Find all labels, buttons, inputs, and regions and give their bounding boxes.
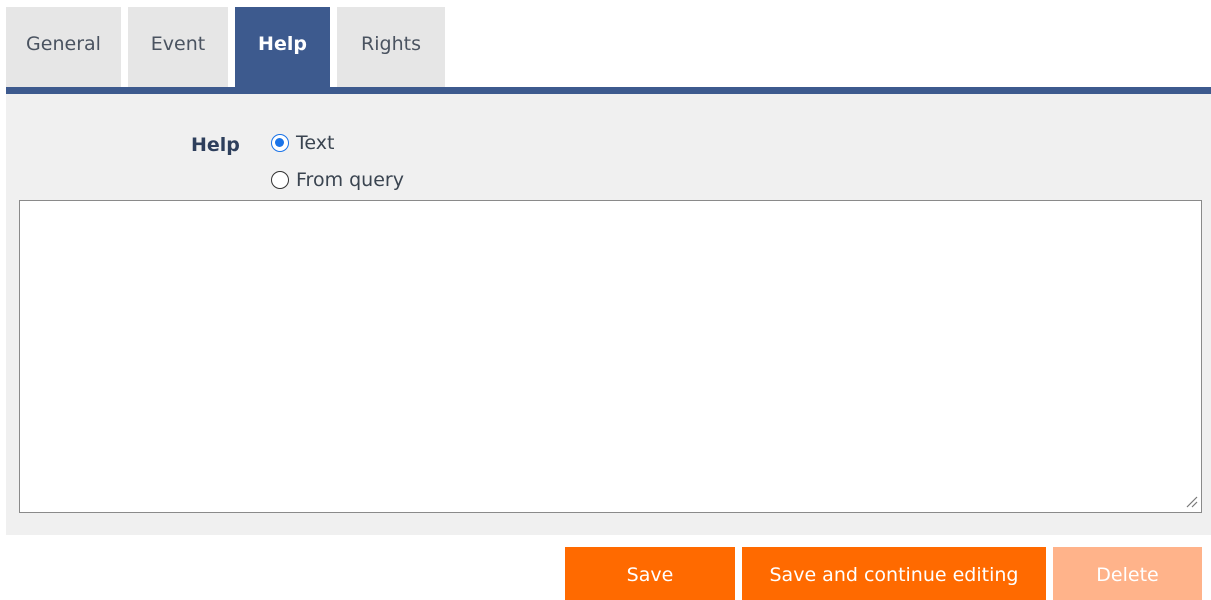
tab-general[interactable]: General [6,7,121,87]
save-and-continue-button[interactable]: Save and continue editing [742,547,1046,600]
delete-button[interactable]: Delete [1053,547,1202,600]
tab-bar: General Event Help Rights [6,7,452,87]
radio-text-button[interactable] [271,134,289,152]
help-panel: Help Text From query [6,94,1211,535]
help-label: Help [191,134,240,156]
tab-underline [6,87,1211,94]
help-text-area[interactable] [19,200,1202,513]
radio-option-from-query[interactable]: From query [271,169,404,191]
radio-option-text[interactable]: Text [271,132,334,154]
radio-from-query-label: From query [296,169,404,191]
tab-rights[interactable]: Rights [337,7,445,87]
save-button[interactable]: Save [565,547,735,600]
resize-grip-icon[interactable] [1183,493,1199,509]
tab-event[interactable]: Event [128,7,228,87]
radio-from-query-button[interactable] [271,171,289,189]
radio-text-label: Text [296,132,335,154]
tab-help[interactable]: Help [235,7,330,87]
